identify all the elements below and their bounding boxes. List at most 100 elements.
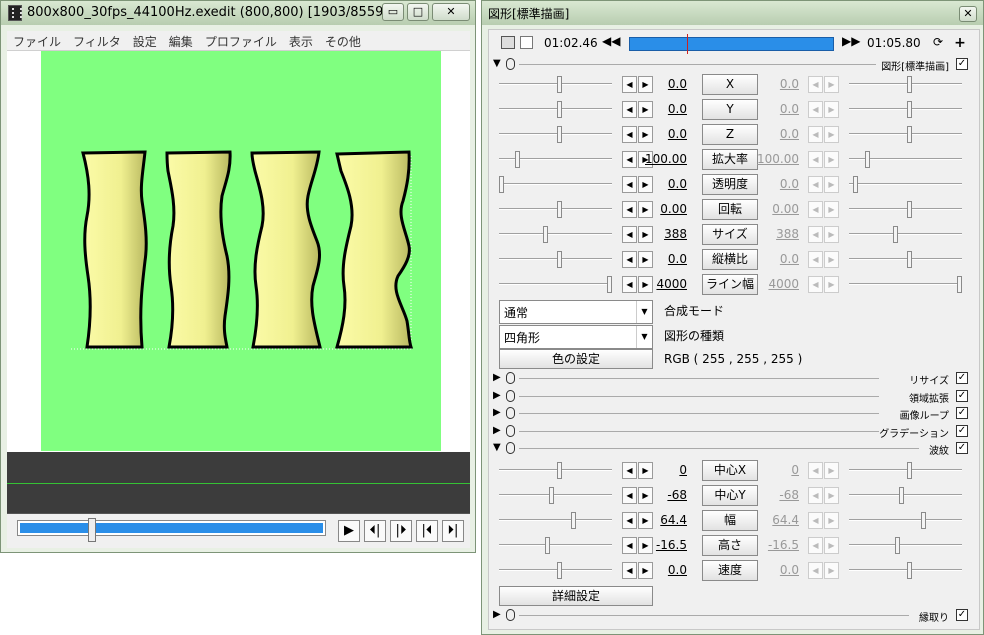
param-label-button[interactable]: サイズ — [702, 224, 758, 245]
decrement-button[interactable]: ◀ — [622, 226, 637, 243]
start-slider-track[interactable] — [499, 283, 612, 285]
start-slider-track[interactable] — [499, 133, 612, 135]
decrement-button[interactable]: ◀ — [622, 512, 637, 529]
color-settings-button[interactable]: 色の設定 — [499, 349, 653, 369]
param-label-button[interactable]: 縦横比 — [702, 249, 758, 270]
detail-settings-button[interactable]: 詳細設定 — [499, 586, 653, 606]
decrement-button[interactable]: ◀ — [622, 251, 637, 268]
end-slider-track[interactable] — [849, 133, 962, 135]
filter-checkbox[interactable]: ✓ — [956, 442, 968, 454]
end-decrement-button[interactable]: ◀ — [808, 462, 823, 479]
param-label-button[interactable]: 高さ — [702, 535, 758, 556]
end-increment-button[interactable]: ▶ — [824, 276, 839, 293]
preview-canvas[interactable] — [41, 51, 441, 451]
expand-down-icon[interactable]: ▼ — [493, 442, 501, 453]
end-value[interactable]: 0.0 — [755, 252, 799, 266]
go-start-button[interactable]: |⏴ — [416, 520, 438, 542]
filter-section[interactable]: ▶ グラデーション ✓ — [489, 423, 979, 441]
decrement-button[interactable]: ◀ — [622, 276, 637, 293]
end-slider-thumb[interactable] — [907, 76, 912, 93]
start-value[interactable]: 0.0 — [643, 102, 687, 116]
start-slider-track[interactable] — [499, 233, 612, 235]
end-value[interactable]: 0.0 — [755, 127, 799, 141]
end-decrement-button[interactable]: ◀ — [808, 151, 823, 168]
end-increment-button[interactable]: ▶ — [824, 76, 839, 93]
end-slider-thumb[interactable] — [895, 537, 900, 554]
end-decrement-button[interactable]: ◀ — [808, 76, 823, 93]
menu-filter[interactable]: フィルタ — [67, 31, 127, 50]
start-value[interactable]: 0.0 — [643, 77, 687, 91]
end-slider-track[interactable] — [849, 519, 962, 521]
start-value[interactable]: 388 — [643, 227, 687, 241]
end-decrement-button[interactable]: ◀ — [808, 226, 823, 243]
start-slider-track[interactable] — [499, 569, 612, 571]
end-decrement-button[interactable]: ◀ — [808, 201, 823, 218]
panel-close-button[interactable]: ✕ — [959, 6, 977, 22]
param-label-button[interactable]: Y — [702, 99, 758, 120]
add-filter-icon[interactable]: + — [952, 35, 968, 51]
end-slider-track[interactable] — [849, 469, 962, 471]
start-slider-track[interactable] — [499, 494, 612, 496]
start-slider-thumb[interactable] — [543, 226, 548, 243]
end-increment-button[interactable]: ▶ — [824, 201, 839, 218]
menu-file[interactable]: ファイル — [7, 31, 67, 50]
start-slider-track[interactable] — [499, 108, 612, 110]
param-label-button[interactable]: 速度 — [702, 560, 758, 581]
film-strip-icon[interactable] — [501, 36, 515, 49]
filter-checkbox[interactable]: ✓ — [956, 425, 968, 437]
end-slider-thumb[interactable] — [907, 101, 912, 118]
expand-down-icon[interactable]: ▼ — [493, 58, 501, 69]
start-value[interactable]: 0.0 — [643, 563, 687, 577]
end-value[interactable]: -16.5 — [755, 538, 799, 552]
start-slider-thumb[interactable] — [571, 512, 576, 529]
start-slider-thumb[interactable] — [557, 126, 562, 143]
go-end-button[interactable]: ⏵| — [442, 520, 464, 542]
end-slider-track[interactable] — [849, 108, 962, 110]
menu-view[interactable]: 表示 — [283, 31, 319, 50]
decrement-button[interactable]: ◀ — [622, 126, 637, 143]
filter-section[interactable]: ▼ 波紋 ✓ — [489, 440, 979, 458]
end-slider-thumb[interactable] — [907, 201, 912, 218]
end-slider-track[interactable] — [849, 83, 962, 85]
param-label-button[interactable]: 中心Y — [702, 485, 758, 506]
end-value[interactable]: 0.0 — [755, 177, 799, 191]
end-decrement-button[interactable]: ◀ — [808, 126, 823, 143]
filter-section[interactable]: ▶ リサイズ ✓ — [489, 370, 979, 388]
start-value[interactable]: -68 — [643, 488, 687, 502]
decrement-button[interactable]: ◀ — [622, 562, 637, 579]
filter-checkbox[interactable]: ✓ — [956, 407, 968, 419]
expand-right-icon[interactable]: ▶ — [493, 609, 501, 620]
section-main[interactable]: ▼ 図形[標準描画] ✓ — [489, 56, 979, 74]
decrement-button[interactable]: ◀ — [622, 176, 637, 193]
expand-right-icon[interactable]: ▶ — [493, 390, 501, 401]
end-value[interactable]: 388 — [755, 227, 799, 241]
menu-profile[interactable]: プロファイル — [199, 31, 283, 50]
end-slider-thumb[interactable] — [899, 487, 904, 504]
end-slider-thumb[interactable] — [907, 126, 912, 143]
start-slider-thumb[interactable] — [557, 201, 562, 218]
param-label-button[interactable]: 透明度 — [702, 174, 758, 195]
start-slider-thumb[interactable] — [515, 151, 520, 168]
range-cursor[interactable] — [686, 34, 688, 54]
param-label-button[interactable]: 幅 — [702, 510, 758, 531]
filter-section[interactable]: ▶ 領域拡張 ✓ — [489, 388, 979, 406]
end-slider-thumb[interactable] — [957, 276, 962, 293]
end-slider-thumb[interactable] — [907, 462, 912, 479]
sync-icon[interactable]: ⟳ — [930, 35, 946, 51]
end-increment-button[interactable]: ▶ — [824, 537, 839, 554]
start-slider-thumb[interactable] — [557, 562, 562, 579]
end-decrement-button[interactable]: ◀ — [808, 537, 823, 554]
play-button[interactable]: ▶ — [338, 520, 360, 542]
param-label-button[interactable]: 拡大率 — [702, 149, 758, 170]
end-value[interactable]: -68 — [755, 488, 799, 502]
end-slider-track[interactable] — [849, 233, 962, 235]
end-slider-track[interactable] — [849, 258, 962, 260]
expand-right-icon[interactable]: ▶ — [493, 425, 501, 436]
layer-icon[interactable] — [520, 36, 533, 49]
start-value[interactable]: 0.0 — [643, 252, 687, 266]
start-value[interactable]: 0 — [643, 463, 687, 477]
decrement-button[interactable]: ◀ — [622, 101, 637, 118]
end-increment-button[interactable]: ▶ — [824, 226, 839, 243]
end-slider-track[interactable] — [849, 569, 962, 571]
filter-checkbox[interactable]: ✓ — [956, 372, 968, 384]
